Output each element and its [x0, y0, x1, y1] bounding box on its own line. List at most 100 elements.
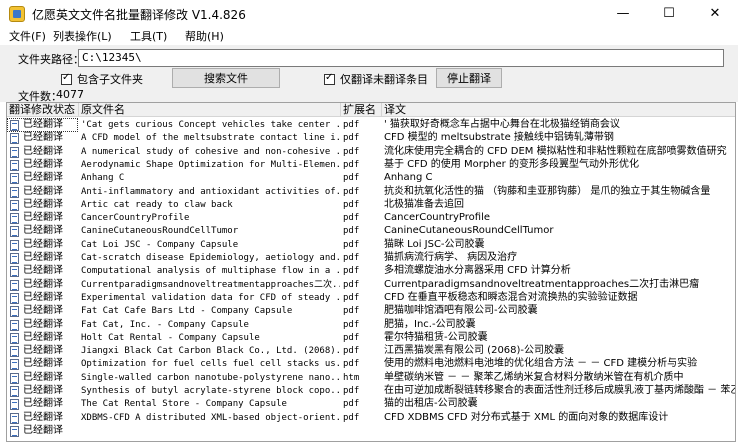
document-icon — [10, 213, 19, 225]
maximize-button[interactable]: ☐ — [646, 0, 692, 27]
table-row[interactable]: 已经翻译 A numerical study of cohesive and no… — [7, 145, 735, 159]
extension-cell: pdf — [343, 359, 360, 370]
table-row[interactable]: 已经翻译 Synthesis of butyl acrylate-styrene … — [7, 384, 735, 398]
col-header-status[interactable]: 翻译修改状态 — [7, 103, 79, 117]
translation-cell: CFD 在垂直平板稳态和瞬态混合对流换热的实验验证数据 — [384, 291, 638, 303]
original-name-cell: Single-walled carbon nanotube-polystyren… — [81, 372, 340, 383]
only-untranslated-label: 仅翻译未翻译条目 — [340, 73, 428, 86]
document-icon — [10, 133, 19, 145]
extension-cell: pdf — [343, 386, 360, 396]
original-name-cell: Currentparadigmsandnoveltreatmentapproac… — [81, 279, 340, 290]
original-name-cell: Computational analysis of multiphase flo… — [81, 266, 340, 277]
table-row[interactable]: 已经翻译 Experimental validation data for CFD… — [7, 291, 735, 305]
translation-cell: 单壁碳纳米管 － － 聚苯乙烯纳米复合材料分散纳米管在有机介质中 — [384, 371, 684, 383]
original-name-cell: Fat Cat Cafe Bars Ltd - Company Capsule — [81, 306, 293, 317]
document-icon — [10, 239, 19, 251]
extension-cell: pdf — [343, 346, 360, 357]
original-name-cell: 'Cat gets curious Concept vehicles take … — [79, 118, 340, 132]
document-icon — [10, 279, 19, 291]
original-name-cell: Anti-inflammatory and antioxidant activi… — [81, 186, 340, 197]
translation-cell: CanineCutaneousRoundCellTumor — [384, 225, 554, 237]
translation-cell: CFD XDBMS CFD 对分布式基于 XML 的面向对象的数据库设计 — [384, 411, 669, 423]
translation-cell — [382, 424, 735, 438]
table-row[interactable]: 已经翻译 Fat Cat, Inc. - Company Capsule pdf 肥猫… — [7, 318, 735, 332]
close-button[interactable]: ✕ — [692, 0, 738, 27]
extension-cell: pdf — [343, 173, 360, 184]
file-list-grid[interactable]: 翻译修改状态 原文件名 扩展名 译文 已经翻译 'Cat gets curious… — [6, 102, 736, 442]
menu-file[interactable]: 文件(F) — [9, 28, 46, 44]
extension-cell: pdf — [343, 332, 360, 343]
table-row[interactable]: 已经翻译 Currentparadigmsandnoveltreatmentapp… — [7, 278, 735, 292]
title-bar: 亿愿英文文件名批量翻译修改 V1.4.826 — ☐ ✕ — [0, 0, 738, 27]
table-row[interactable]: 已经翻译 Aerodynamic Shape Optimization for M… — [7, 158, 735, 172]
translation-cell: Currentparadigmsandnoveltreatmentapproac… — [384, 278, 700, 290]
document-icon — [10, 359, 19, 371]
col-header-translation[interactable]: 译文 — [382, 103, 735, 117]
only-untranslated-checkbox[interactable]: 仅翻译未翻译条目 — [324, 71, 428, 87]
table-row[interactable]: 已经翻译 Holt Cat Rental - Company Capsule pdf… — [7, 331, 735, 345]
window-title: 亿愿英文文件名批量翻译修改 V1.4.826 — [32, 8, 246, 22]
extension-cell: pdf — [343, 412, 360, 423]
table-row[interactable]: 已经翻译 'Cat gets curious Concept vehicles t… — [7, 118, 735, 132]
original-name-cell: Synthesis of butyl acrylate-styrene bloc… — [81, 386, 340, 396]
table-row[interactable]: 已经翻译 Fat Cat Cafe Bars Ltd - Company Caps… — [7, 304, 735, 318]
search-files-button[interactable]: 搜索文件 — [172, 68, 280, 88]
include-subfolders-checkbox[interactable]: 包含子文件夹 — [61, 71, 143, 87]
translation-cell: 基于 CFD 的使用 Morpher 的变形多段翼型气动外形优化 — [384, 158, 639, 170]
translation-cell: 使用的燃料电池燃料电池堆的优化组合方法 － － CFD 建模分析与实验 — [384, 358, 698, 370]
col-header-extension[interactable]: 扩展名 — [341, 103, 382, 117]
table-row[interactable]: 已经翻译 Optimization for fuel cells fuel cel… — [7, 357, 735, 371]
table-row[interactable]: 已经翻译 Artic cat ready to claw back pdf 北极猫准备… — [7, 198, 735, 212]
table-row[interactable]: 已经翻译 XDBMS-CFD A distributed XML-based ob… — [7, 411, 735, 425]
table-row[interactable]: 已经翻译 Computational analysis of multiphase… — [7, 264, 735, 278]
col-header-original-name[interactable]: 原文件名 — [79, 103, 341, 117]
translation-cell: Anhang C — [384, 172, 433, 184]
extension-cell: pdf — [343, 292, 360, 303]
table-row[interactable]: 已经翻译 Cat-scratch disease Epidemiology, ae… — [7, 251, 735, 265]
table-row[interactable]: 已经翻译 — [7, 424, 735, 438]
translation-cell: ' 猫获取好奇概念车占据中心舞台在北极猫经销商会议 — [382, 118, 735, 132]
document-icon — [10, 399, 19, 411]
document-icon — [10, 425, 19, 437]
extension-cell: htm — [343, 372, 360, 383]
extension-cell: pdf — [343, 146, 360, 157]
table-row[interactable]: 已经翻译 CanineCutaneousRoundCellTumor pdf Cani… — [7, 224, 735, 238]
stop-translate-button[interactable]: 停止翻译 — [436, 68, 502, 88]
extension-cell: pdf — [343, 133, 360, 144]
document-icon — [10, 173, 19, 185]
minimize-button[interactable]: — — [600, 0, 646, 27]
table-row[interactable]: 已经翻译 Cat Loi JSC - Company Capsule pdf 猫眯 L… — [7, 238, 735, 252]
original-name-cell: Cat Loi JSC - Company Capsule — [81, 239, 239, 250]
folder-path-input[interactable]: C:\12345\ — [78, 49, 724, 67]
file-count-value: 4077 — [56, 88, 84, 101]
original-name-cell: Experimental validation data for CFD of … — [81, 292, 340, 303]
document-icon — [10, 146, 19, 158]
document-icon — [10, 346, 19, 358]
document-icon — [10, 319, 19, 331]
original-name-cell: CanineCutaneousRoundCellTumor — [81, 226, 239, 237]
table-row[interactable]: 已经翻译 The Cat Rental Store - Company Capsu… — [7, 397, 735, 411]
table-row[interactable]: 已经翻译 Single-walled carbon nanotube-polyst… — [7, 371, 735, 385]
translation-cell: 猫眯 Loi JSC-公司胶囊 — [384, 238, 485, 250]
document-icon — [10, 266, 19, 278]
menu-bar: 文件(F) 列表操作(L) 工具(T) 帮助(H) — [0, 27, 738, 45]
translation-cell: 肥猫，Inc.-公司胶囊 — [384, 318, 476, 330]
table-row[interactable]: 已经翻译 CancerCountryProfile pdf CancerCountry… — [7, 211, 735, 225]
document-icon — [10, 159, 19, 171]
document-icon — [10, 372, 19, 384]
menu-tools[interactable]: 工具(T) — [130, 28, 167, 44]
translation-cell: 猫的出租店-公司胶囊 — [384, 398, 478, 410]
table-row[interactable]: 已经翻译 Jiangxi Black Cat Carbon Black Co., … — [7, 344, 735, 358]
table-row[interactable]: 已经翻译 Anhang Cpdf Anhang C — [7, 171, 735, 185]
extension-cell: pdf — [343, 199, 360, 210]
extension-cell: pdf — [343, 253, 360, 263]
extension-cell: pdf — [341, 118, 381, 132]
translation-cell: CancerCountryProfile — [384, 212, 491, 224]
original-name-cell: CancerCountryProfile — [81, 213, 190, 224]
table-row[interactable]: 已经翻译 Anti-inflammatory and antioxidant ac… — [7, 185, 735, 199]
translation-cell: 抗炎和抗氧化活性的猫 （钩藤和圭亚那钩藤） 是爪的独立于其生物碱含量 — [384, 185, 711, 197]
table-row[interactable]: 已经翻译 A CFD model of the meltsubstrate con… — [7, 131, 735, 145]
menu-list-ops[interactable]: 列表操作(L) — [53, 28, 112, 44]
menu-help[interactable]: 帮助(H) — [185, 28, 224, 44]
extension-cell: pdf — [343, 159, 360, 170]
